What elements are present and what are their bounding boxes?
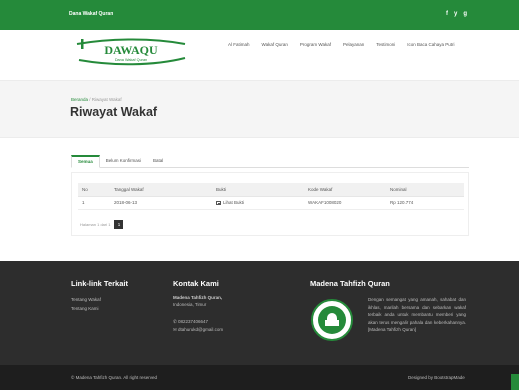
page-heading: Beranda / Riwayat Wakaf Riwayat Wakaf [0, 80, 519, 138]
google-plus-icon[interactable]: g [463, 10, 467, 18]
footer-link-tentang-kami[interactable]: Tentang Kami [71, 306, 99, 311]
site-footer: Link-link Terkait Tentang Wakaf Tentang … [0, 261, 519, 365]
nav-item-testimoni[interactable]: Testimoni [376, 42, 395, 47]
tab-semua[interactable]: Semua [71, 155, 100, 168]
table-header-row: No Tanggal Wakaf Bukti Kode Wakaf Nomina… [78, 183, 464, 197]
facebook-icon[interactable]: f [446, 10, 448, 18]
cell-bukti[interactable]: Lihat Bukti [212, 196, 304, 210]
breadcrumb-current: Riwayat Wakaf [91, 97, 122, 102]
page-button[interactable]: 1 [114, 220, 124, 229]
breadcrumb-home[interactable]: Beranda [71, 97, 88, 102]
copyright-text: © Madena Tahfizh Quran. All right reserv… [71, 375, 158, 380]
madena-logo-inner [318, 306, 346, 334]
mosque-dome-icon [327, 313, 337, 320]
dawaqu-logo[interactable]: DAWAQU Dana Wakaf Quran [73, 36, 189, 70]
designed-by-text[interactable]: Designed by BootstrapMade [408, 375, 465, 380]
col-kode-wakaf: Kode Wakaf [304, 183, 386, 197]
mosque-base-icon [325, 320, 339, 326]
footer-contact-title: Kontak Kami [173, 279, 219, 288]
madena-logo [311, 299, 353, 341]
col-nominal: Nominal [386, 183, 464, 197]
footer-about-text: Dengan semangat yang amanah, sahabat dan… [368, 297, 466, 332]
bottom-bar: © Madena Tahfizh Quran. All right reserv… [0, 365, 519, 390]
pagination: Halaman 1 dari 1 1 [80, 220, 124, 229]
col-tanggal-wakaf: Tanggal Wakaf [110, 183, 212, 197]
col-no: No [78, 183, 110, 197]
table-row: 1 2018-06-13 Lihat Bukti WAKAF1008020 Rp… [78, 196, 464, 210]
youtube-icon[interactable]: y [454, 10, 457, 18]
contact-phone: ✆ 082237406647 [173, 319, 208, 326]
cell-kode: WAKAF1008020 [304, 196, 386, 210]
nav-item-user-menu[interactable]: Icon Baca Cahaya Putri [407, 42, 454, 47]
social-links: f y g [446, 10, 467, 18]
cell-no: 1 [78, 196, 110, 210]
top-bar: Dana Wakaf Quran f y g [0, 0, 519, 30]
top-bar-brand[interactable]: Dana Wakaf Quran [69, 11, 113, 17]
nav-item-wakaf-quran[interactable]: Wakaf Quran [262, 42, 288, 47]
logo-tagline: Dana Wakaf Quran [115, 58, 147, 62]
nav-item-program-wakaf[interactable]: Program Wakaf [300, 42, 331, 47]
breadcrumb: Beranda / Riwayat Wakaf [71, 97, 122, 102]
lihat-bukti-link[interactable]: Lihat Bukti [223, 200, 244, 205]
tab-batal[interactable]: Batal [147, 155, 169, 168]
contact-city: Indonesia, Timur [173, 302, 207, 307]
back-to-top-button[interactable] [511, 374, 519, 390]
footer-link-tentang-wakaf[interactable]: Tentang Wakaf [71, 297, 101, 302]
nav-item-al-fatimah[interactable]: Al Fatimah [228, 42, 250, 47]
col-bukti: Bukti [212, 183, 304, 197]
history-card: No Tanggal Wakaf Bukti Kode Wakaf Nomina… [71, 172, 469, 236]
logo-text: DAWAQU [104, 43, 158, 57]
contact-phone-number: 082237406647 [178, 319, 209, 324]
footer-about-title: Madena Tahfizh Quran [310, 279, 390, 288]
cell-tanggal: 2018-06-13 [110, 196, 212, 210]
footer-links-title: Link-link Terkait [71, 279, 128, 288]
site-header: DAWAQU Dana Wakaf Quran Al Fatimah Wakaf… [0, 30, 519, 80]
status-tabs: Semua Belum Konfirmasi Batal [71, 155, 469, 168]
contact-name: Madena Tahfizh Quran, [173, 295, 223, 300]
contact-email-address[interactable]: dtahurukd@gmail.com [178, 327, 223, 332]
page-title: Riwayat Wakaf [70, 105, 158, 119]
nav-item-pelayanan[interactable]: Pelayanan [343, 42, 364, 47]
image-icon [216, 200, 221, 205]
contact-email[interactable]: ✉ dtahurukd@gmail.com [173, 327, 223, 334]
history-table: No Tanggal Wakaf Bukti Kode Wakaf Nomina… [78, 183, 464, 210]
main-nav: Al Fatimah Wakaf Quran Program Wakaf Pel… [228, 42, 455, 47]
pagination-info: Halaman 1 dari 1 [80, 222, 111, 227]
tab-belum-konfirmasi[interactable]: Belum Konfirmasi [100, 155, 147, 168]
cell-nominal: Rp 120.774 [386, 196, 464, 210]
